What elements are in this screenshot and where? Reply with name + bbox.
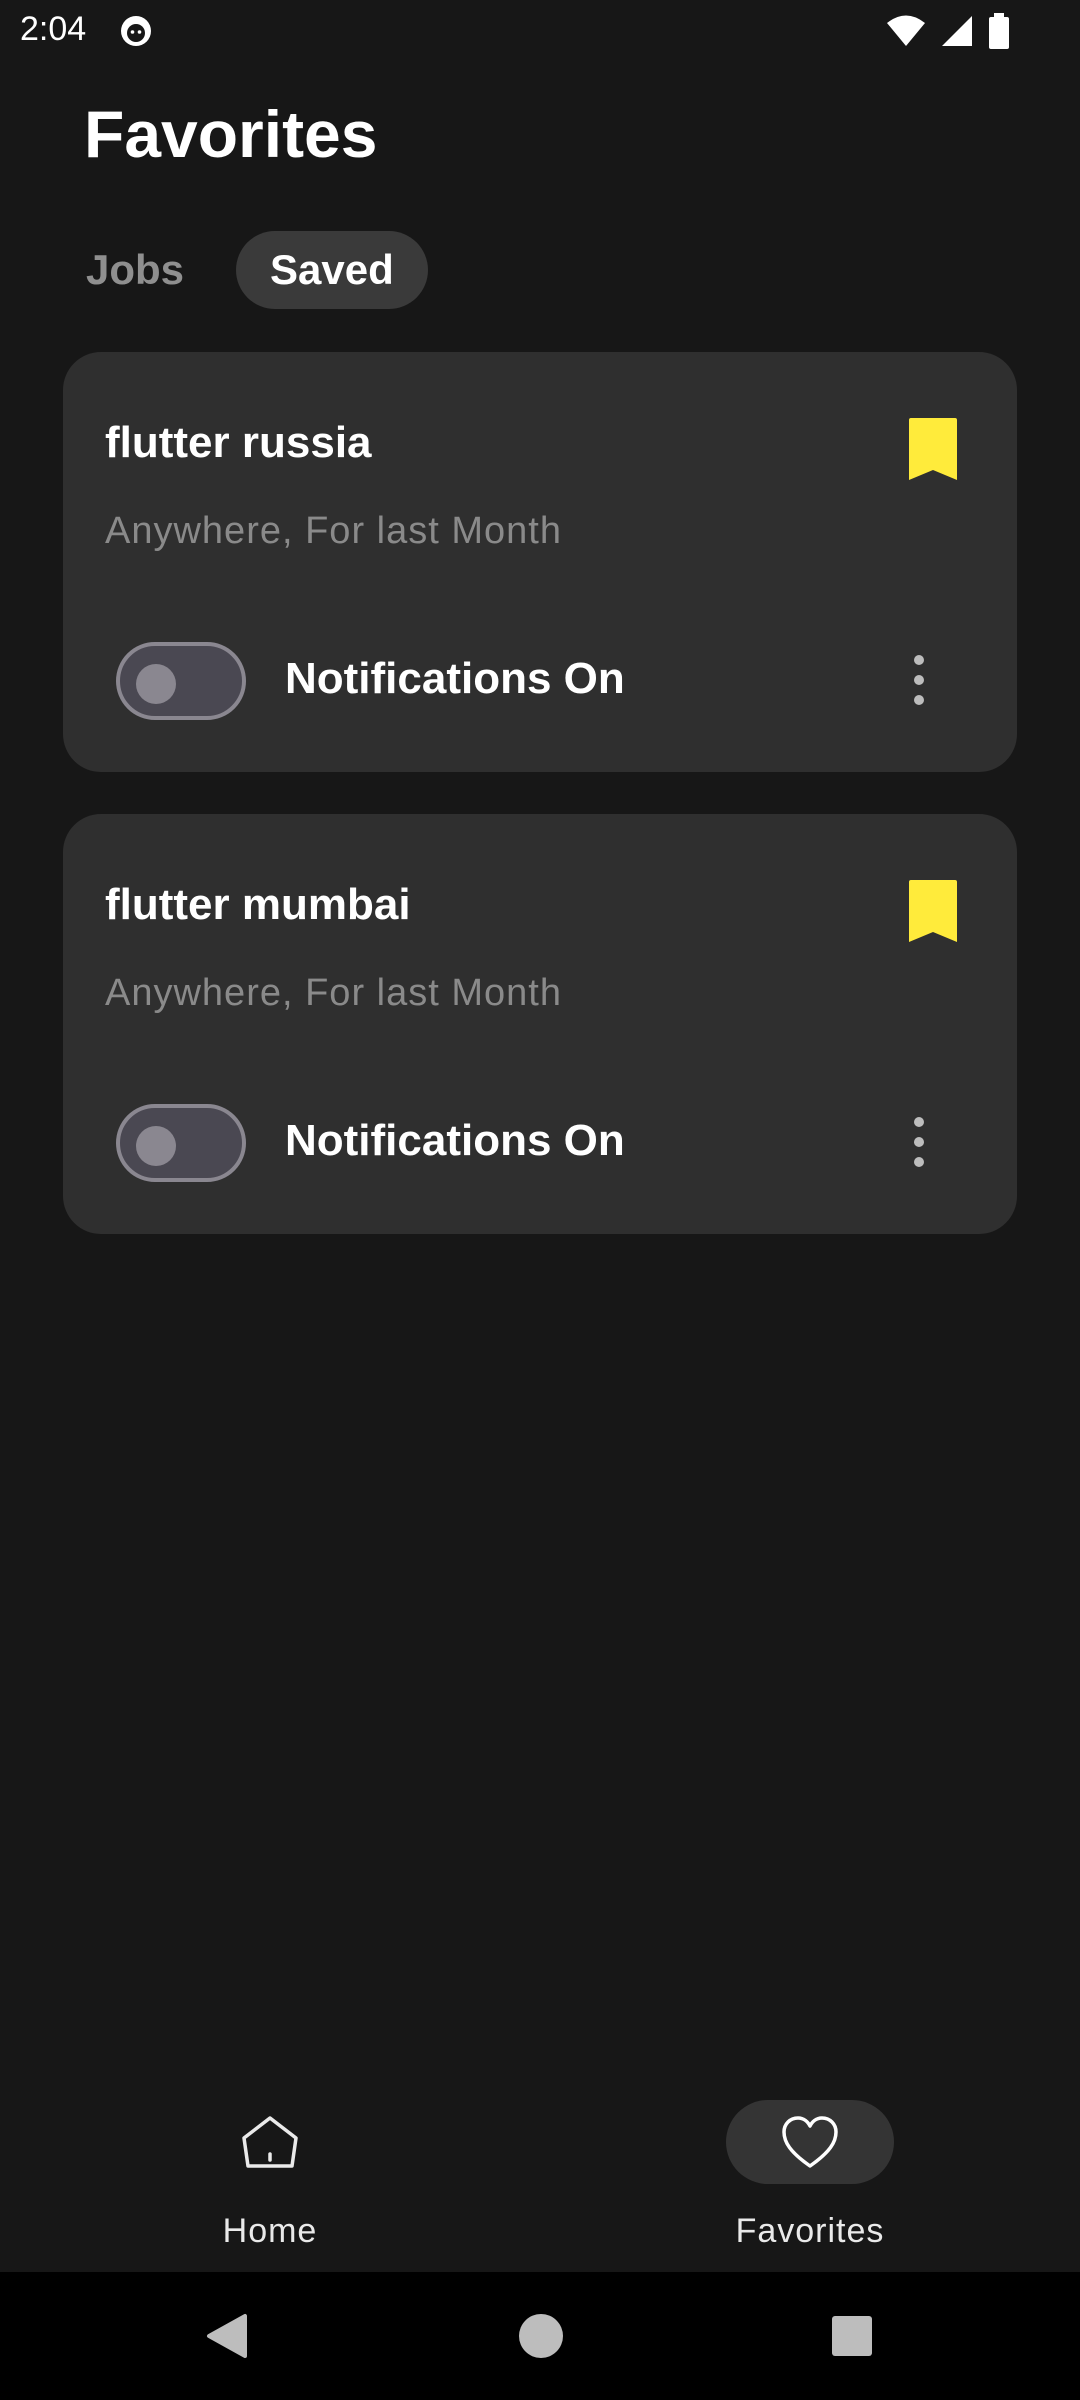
battery-icon bbox=[989, 13, 1009, 49]
more-vert-icon[interactable] bbox=[911, 1114, 927, 1170]
signal-icon bbox=[942, 16, 972, 46]
tab-jobs[interactable]: Jobs bbox=[52, 231, 200, 309]
wifi-icon bbox=[887, 15, 925, 46]
notifications-label: Notifications On bbox=[285, 654, 625, 703]
nav-label-favorites: Favorites bbox=[735, 2212, 885, 2250]
nav-label-home: Home bbox=[222, 2212, 318, 2250]
bookmark-icon[interactable] bbox=[907, 416, 959, 482]
tab-bar: Jobs Saved bbox=[84, 230, 428, 310]
toggle-knob bbox=[136, 1126, 176, 1166]
recents-icon[interactable] bbox=[831, 2312, 873, 2360]
home-icon bbox=[242, 2116, 298, 2168]
home-button-icon[interactable] bbox=[518, 2312, 564, 2360]
nav-item-favorites[interactable]: Favorites bbox=[690, 2100, 930, 2250]
saved-search-card[interactable]: flutter mumbai Anywhere, For last Month … bbox=[63, 814, 1017, 1234]
nav-item-home[interactable]: Home bbox=[150, 2100, 390, 2250]
card-title: flutter mumbai bbox=[105, 880, 411, 929]
status-bar: 2:04 bbox=[0, 0, 1080, 62]
notifications-toggle[interactable] bbox=[116, 642, 246, 720]
saved-search-card[interactable]: flutter russia Anywhere, For last Month … bbox=[63, 352, 1017, 772]
more-vert-icon[interactable] bbox=[911, 652, 927, 708]
heart-icon bbox=[782, 2116, 838, 2168]
status-time: 2:04 bbox=[20, 10, 87, 48]
bottom-navigation: Home Favorites bbox=[0, 2060, 1080, 2272]
toggle-knob bbox=[136, 664, 176, 704]
tab-saved[interactable]: Saved bbox=[236, 231, 428, 309]
system-navigation-bar bbox=[0, 2272, 1080, 2400]
page-title: Favorites bbox=[84, 97, 378, 171]
card-subtitle: Anywhere, For last Month bbox=[105, 510, 562, 552]
bookmark-icon[interactable] bbox=[907, 878, 959, 944]
status-icons bbox=[886, 12, 1010, 50]
card-subtitle: Anywhere, For last Month bbox=[105, 972, 562, 1014]
card-title: flutter russia bbox=[105, 418, 372, 467]
notifications-toggle[interactable] bbox=[116, 1104, 246, 1182]
cat-notification-icon bbox=[121, 16, 151, 46]
notifications-label: Notifications On bbox=[285, 1116, 625, 1165]
back-icon[interactable] bbox=[205, 2312, 249, 2360]
